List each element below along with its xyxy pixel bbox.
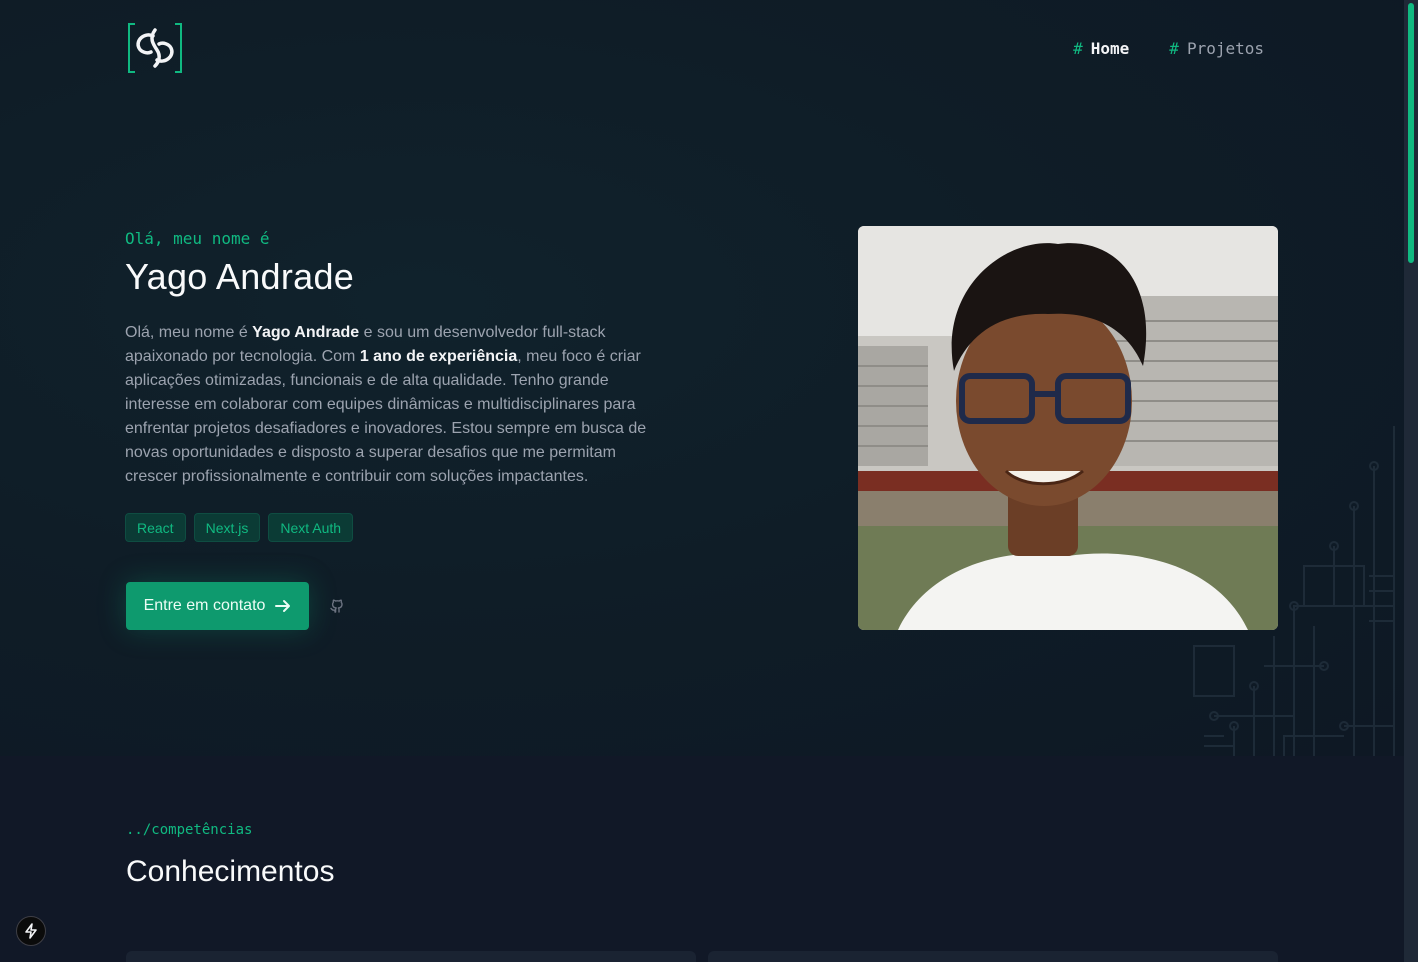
hero-bio: Olá, meu nome é Yago Andrade e sou um de…	[125, 321, 660, 489]
tag-nextjs: Next.js	[193, 513, 261, 542]
nav-home-label: Home	[1090, 39, 1130, 58]
hero-name: Yago Andrade	[125, 256, 355, 297]
skill-card	[708, 951, 1278, 962]
hero-section: # Home # Projetos Olá, meu nome é Yago A…	[0, 0, 1404, 756]
bio-bold-name: Yago Andrade	[252, 324, 360, 341]
hero-greeting: Olá, meu nome é	[125, 229, 270, 248]
logo-icon[interactable]	[125, 22, 185, 74]
page-scrollbar[interactable]	[1404, 0, 1418, 962]
scrollbar-thumb[interactable]	[1408, 3, 1414, 263]
tech-tags: React Next.js Next Auth	[125, 513, 354, 542]
nav-projetos[interactable]: # Projetos	[1169, 39, 1264, 58]
next-icon	[25, 923, 37, 939]
tag-next-auth: Next Auth	[268, 513, 354, 542]
contact-button-label: Entre em contato	[143, 597, 266, 614]
github-icon[interactable]	[329, 598, 345, 614]
nav-home[interactable]: # Home	[1073, 39, 1129, 58]
profile-photo	[858, 226, 1278, 630]
skill-card	[126, 951, 696, 962]
bio-text-3: , meu foco é criar aplicações otimizadas…	[125, 348, 647, 485]
nav-projetos-label: Projetos	[1186, 39, 1264, 58]
main-nav: # Home # Projetos	[1073, 39, 1264, 58]
nav-home-hash: #	[1073, 39, 1083, 58]
bio-bold-experience: 1 ano de experiência	[359, 348, 518, 365]
next-devtools-badge[interactable]	[16, 916, 46, 946]
section-breadcrumb: ../competências	[126, 822, 253, 838]
tag-react: React	[125, 513, 186, 542]
bio-text-1: Olá, meu nome é	[125, 324, 253, 341]
contact-button[interactable]: Entre em contato	[126, 582, 309, 630]
section-title: Conhecimentos	[126, 855, 335, 888]
nav-projetos-hash: #	[1169, 39, 1179, 58]
arrow-right-icon	[275, 600, 291, 612]
